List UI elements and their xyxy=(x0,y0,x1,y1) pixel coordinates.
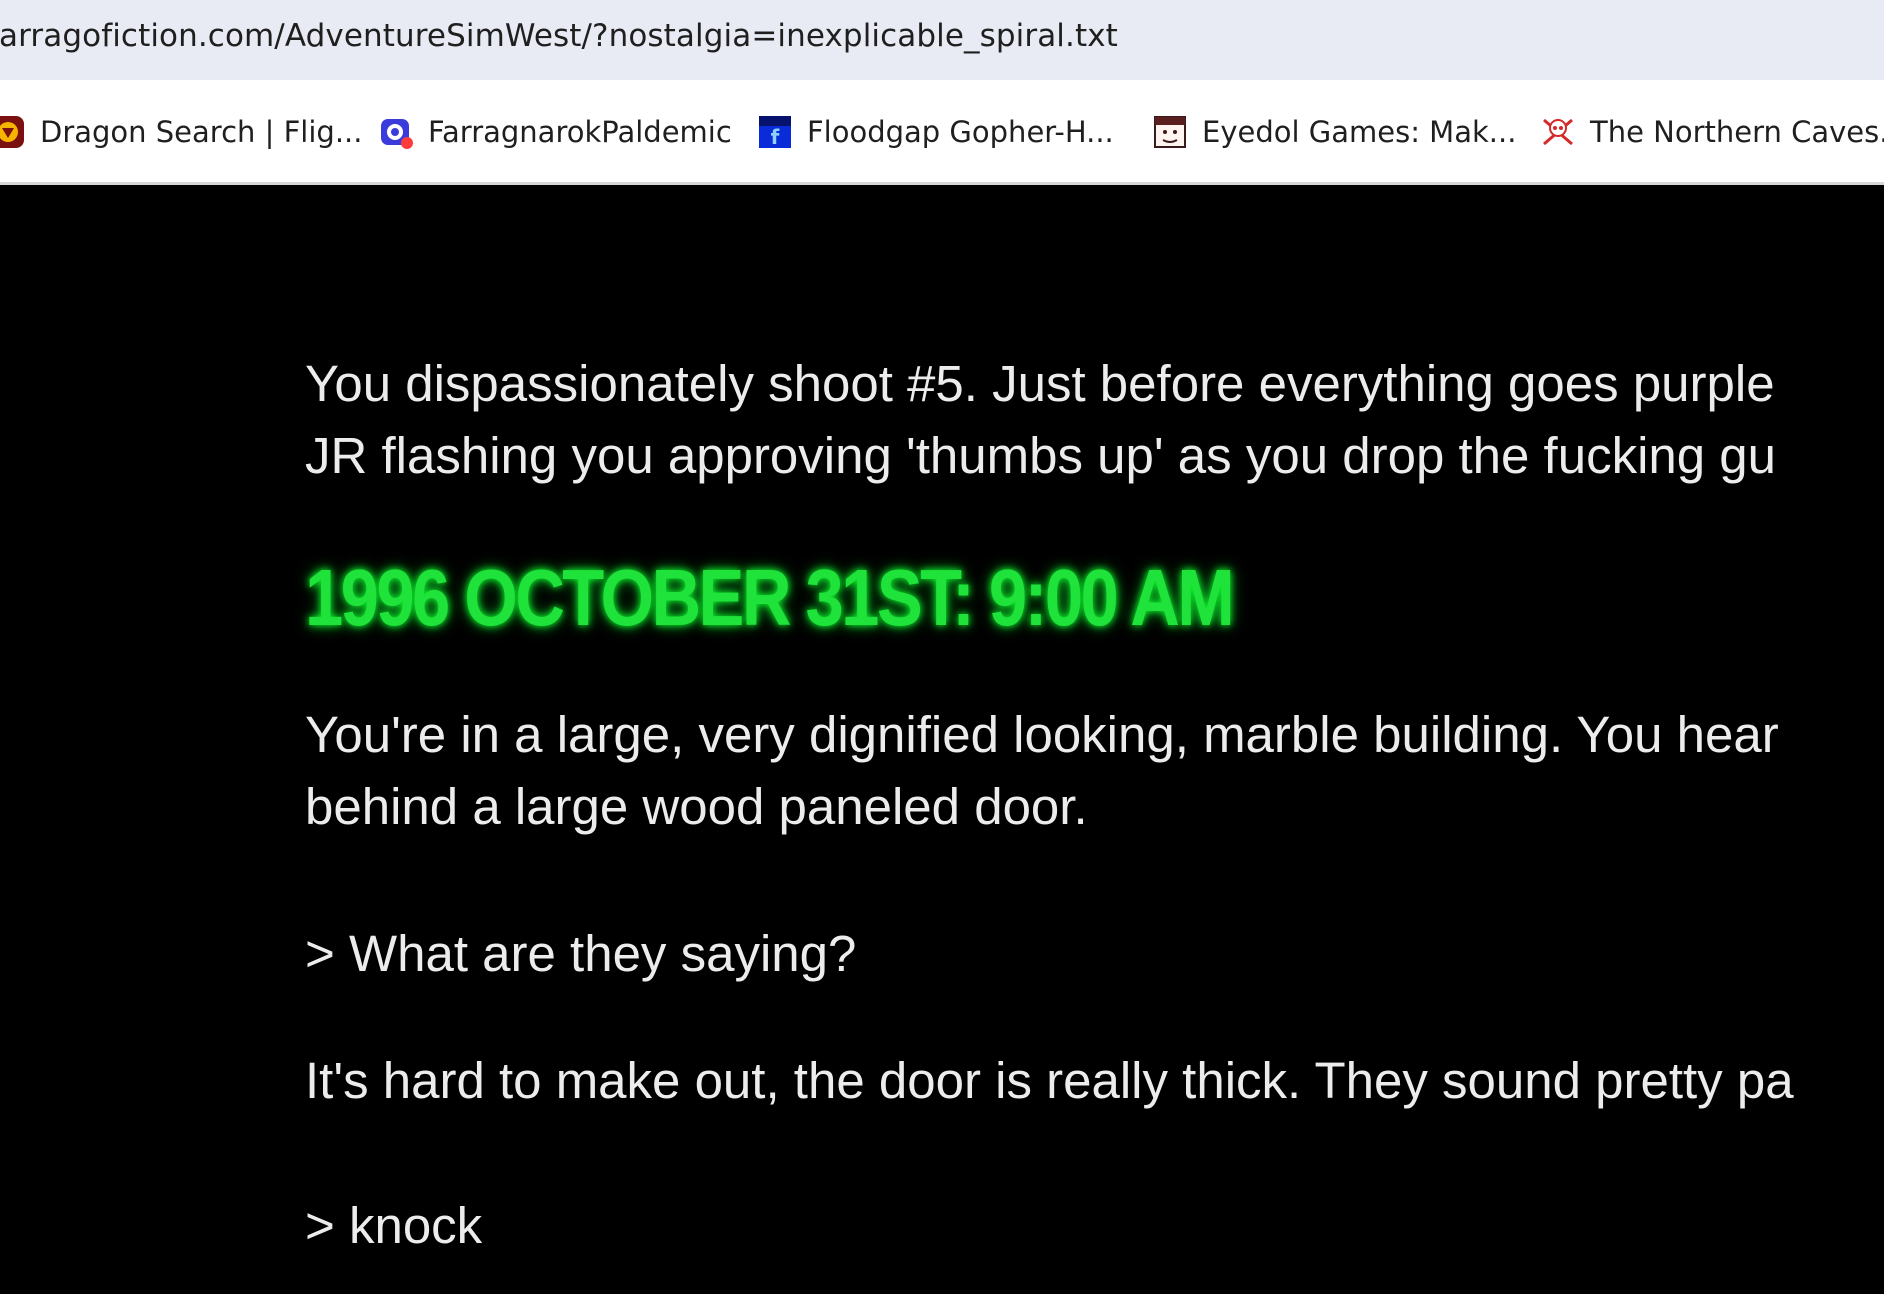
bookmark-farragnarok[interactable]: FarragnarokPaldemic xyxy=(378,110,732,154)
bookmark-label: Eyedol Games: Mak... xyxy=(1202,115,1517,149)
face-favicon-icon xyxy=(1154,116,1186,148)
address-url[interactable]: farragofiction.com/AdventureSimWest/?nos… xyxy=(0,18,1118,54)
dragon-favicon-icon xyxy=(0,116,24,148)
story-paragraph-line: You dispassionately shoot #5. Just befor… xyxy=(305,355,1775,412)
command-link[interactable]: > knock xyxy=(305,1190,482,1262)
floodgap-favicon-icon: f xyxy=(759,116,791,149)
bookmarks-bar: Dragon Search | Flig... FarragnarokPalde… xyxy=(0,82,1884,182)
browser-chrome: farragofiction.com/AdventureSimWest/?nos… xyxy=(0,0,1884,185)
date-heading: 1996 OCTOBER 31ST: 9:00 AM xyxy=(305,553,1235,642)
bookmark-label: The Northern Caves... xyxy=(1590,115,1884,149)
bookmark-label: Floodgap Gopher-H... xyxy=(807,115,1114,149)
bookmark-northern-caves[interactable]: The Northern Caves... xyxy=(1540,110,1884,154)
address-bar[interactable]: farragofiction.com/AdventureSimWest/?nos… xyxy=(0,0,1884,80)
skull-favicon-icon xyxy=(1543,118,1573,146)
bookmark-label: FarragnarokPaldemic xyxy=(428,115,732,149)
story-paragraph-line: behind a large wood paneled door. xyxy=(305,778,1088,835)
eye-favicon-icon xyxy=(381,119,413,149)
bookmark-dragon-search[interactable]: Dragon Search | Flig... xyxy=(0,110,362,154)
bookmark-label: Dragon Search | Flig... xyxy=(40,115,363,149)
story-paragraph-line: You're in a large, very dignified lookin… xyxy=(305,706,1779,763)
story-paragraph-line: JR flashing you approving 'thumbs up' as… xyxy=(305,427,1777,484)
bookmark-eyedol[interactable]: Eyedol Games: Mak... xyxy=(1152,110,1516,154)
command-link[interactable]: > What are they saying? xyxy=(305,918,856,990)
story-paragraph-line: It's hard to make out, the door is reall… xyxy=(305,1052,1794,1109)
bookmark-floodgap[interactable]: f Floodgap Gopher-H... xyxy=(757,110,1114,154)
story-page: You dispassionately shoot #5. Just befor… xyxy=(0,185,1884,1294)
svg-text:f: f xyxy=(771,125,780,149)
